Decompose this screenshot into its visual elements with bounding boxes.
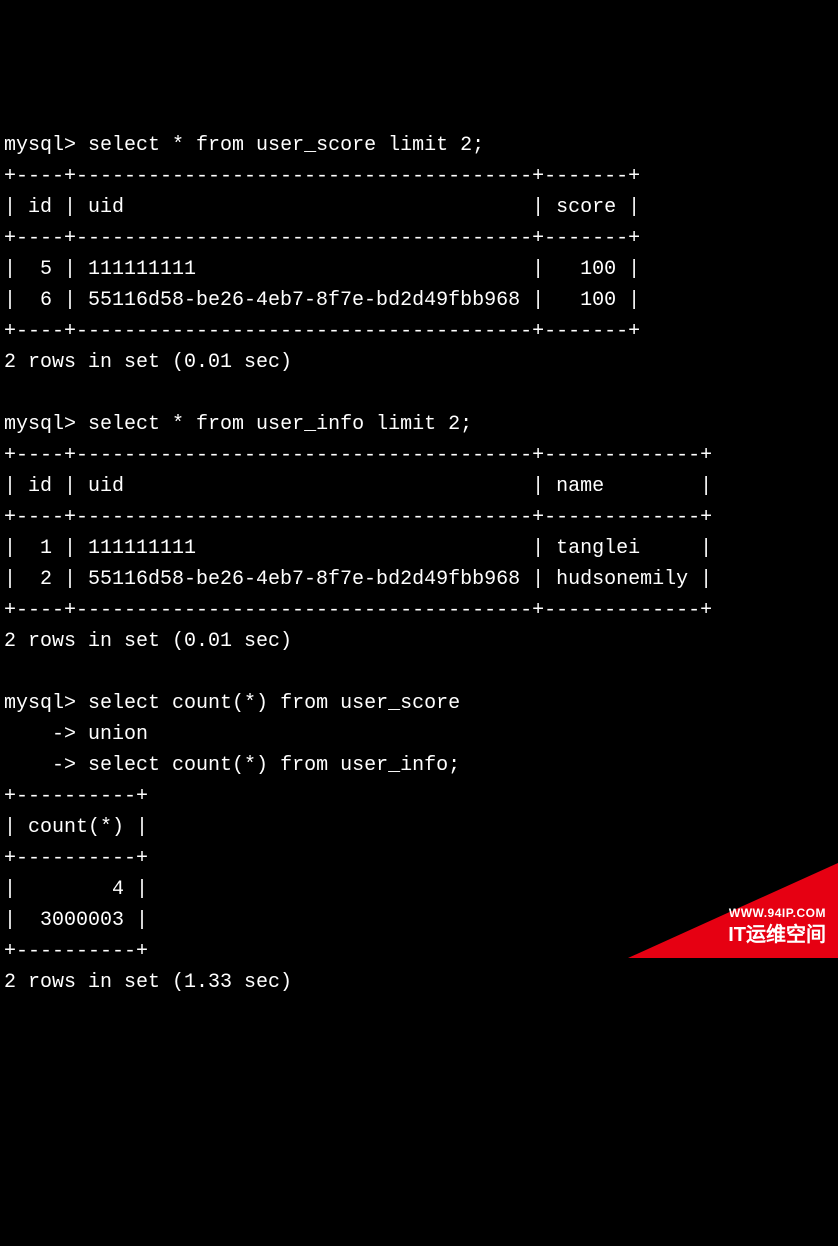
query-status: 2 rows in set (0.01 sec) [4,351,292,374]
mysql-prompt[interactable]: mysql> select * from user_score limit 2; [4,134,484,157]
table-border: +----------+ [4,847,148,870]
table-row: | 2 | 55116d58-be26-4eb7-8f7e-bd2d49fbb9… [4,568,712,591]
table-border: +----------+ [4,785,148,808]
query-status: 2 rows in set (1.33 sec) [4,971,292,994]
table-header: | count(*) | [4,816,148,839]
table-row: | 3000003 | [4,909,148,932]
table-border: +----------+ [4,940,148,963]
watermark-brand: IT运维空间 [728,922,826,948]
watermark: WWW.94IP.COM IT运维空间 [728,906,826,948]
sql-query-3-line3: select count(*) from user_info; [88,754,460,777]
table-header: | id | uid | score | [4,196,640,219]
sql-query-1: select * from user_score limit 2; [88,134,484,157]
table-border: +----+----------------------------------… [4,506,712,529]
mysql-prompt[interactable]: mysql> select count(*) from user_score [4,692,460,715]
table-border: +----+----------------------------------… [4,444,712,467]
table-border: +----+----------------------------------… [4,165,640,188]
table-border: +----+----------------------------------… [4,599,712,622]
table-header: | id | uid | name | [4,475,712,498]
sql-query-3-line2: union [88,723,148,746]
watermark-url: WWW.94IP.COM [728,906,826,922]
query-status: 2 rows in set (0.01 sec) [4,630,292,653]
mysql-continuation[interactable]: -> select count(*) from user_info; [4,754,460,777]
table-border: +----+----------------------------------… [4,227,640,250]
table-row: | 6 | 55116d58-be26-4eb7-8f7e-bd2d49fbb9… [4,289,640,312]
sql-query-2: select * from user_info limit 2; [88,413,472,436]
sql-query-3-line1: select count(*) from user_score [88,692,460,715]
table-row: | 1 | 111111111 | tanglei | [4,537,712,560]
table-row: | 5 | 111111111 | 100 | [4,258,640,281]
mysql-prompt[interactable]: mysql> select * from user_info limit 2; [4,413,472,436]
table-row: | 4 | [4,878,148,901]
mysql-continuation[interactable]: -> union [4,723,148,746]
table-border: +----+----------------------------------… [4,320,640,343]
